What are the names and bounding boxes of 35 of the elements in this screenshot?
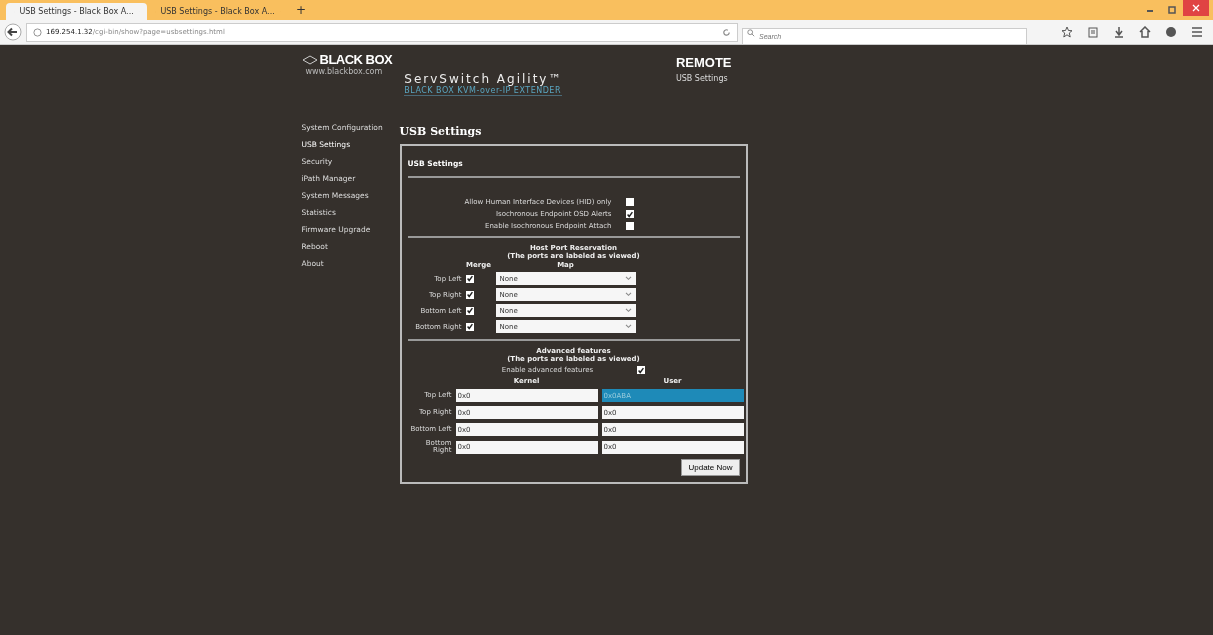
diamond-icon: [301, 54, 318, 65]
checkbox[interactable]: [465, 322, 474, 331]
checkbox[interactable]: [625, 198, 634, 206]
brand-logo: BLACK BOX: [319, 52, 393, 67]
brand-url: www.blackbox.com: [304, 67, 384, 76]
clipboard-icon[interactable]: [1087, 26, 1099, 38]
download-icon[interactable]: [1113, 26, 1125, 38]
browser-tab[interactable]: USB Settings - Black Box A...: [6, 3, 147, 20]
checkbox[interactable]: [465, 290, 474, 299]
browser-tab[interactable]: USB Settings - Black Box A...: [147, 3, 288, 20]
checkbox[interactable]: [625, 210, 634, 218]
update-now-button[interactable]: Update Now: [681, 458, 740, 476]
back-icon[interactable]: [4, 23, 22, 41]
chat-icon[interactable]: [1165, 26, 1177, 38]
close-icon[interactable]: [1183, 0, 1209, 16]
reload-icon[interactable]: [722, 27, 731, 37]
product-name: ServSwitch Agility™: [404, 72, 563, 86]
checkbox[interactable]: [465, 274, 474, 283]
chevron-down-icon: [624, 308, 632, 313]
page-title: USB Settings: [399, 125, 483, 138]
chevron-down-icon: [624, 276, 632, 281]
restore-icon[interactable]: [1167, 5, 1177, 15]
checkbox[interactable]: [625, 222, 634, 230]
home-icon[interactable]: [1139, 26, 1151, 38]
checkbox[interactable]: [465, 306, 474, 315]
globe-icon: [33, 27, 42, 37]
menu-icon[interactable]: [1191, 26, 1203, 38]
mode-title: REMOTE: [675, 55, 732, 70]
page-subtitle: USB Settings: [675, 74, 729, 83]
checkbox[interactable]: [637, 366, 646, 374]
star-icon[interactable]: [1061, 26, 1073, 38]
chevron-down-icon: [624, 324, 632, 329]
chevron-down-icon: [624, 292, 632, 297]
product-tagline: BLACK BOX KVM-over-IP EXTENDER: [404, 86, 562, 95]
new-tab-button[interactable]: +: [288, 3, 315, 17]
